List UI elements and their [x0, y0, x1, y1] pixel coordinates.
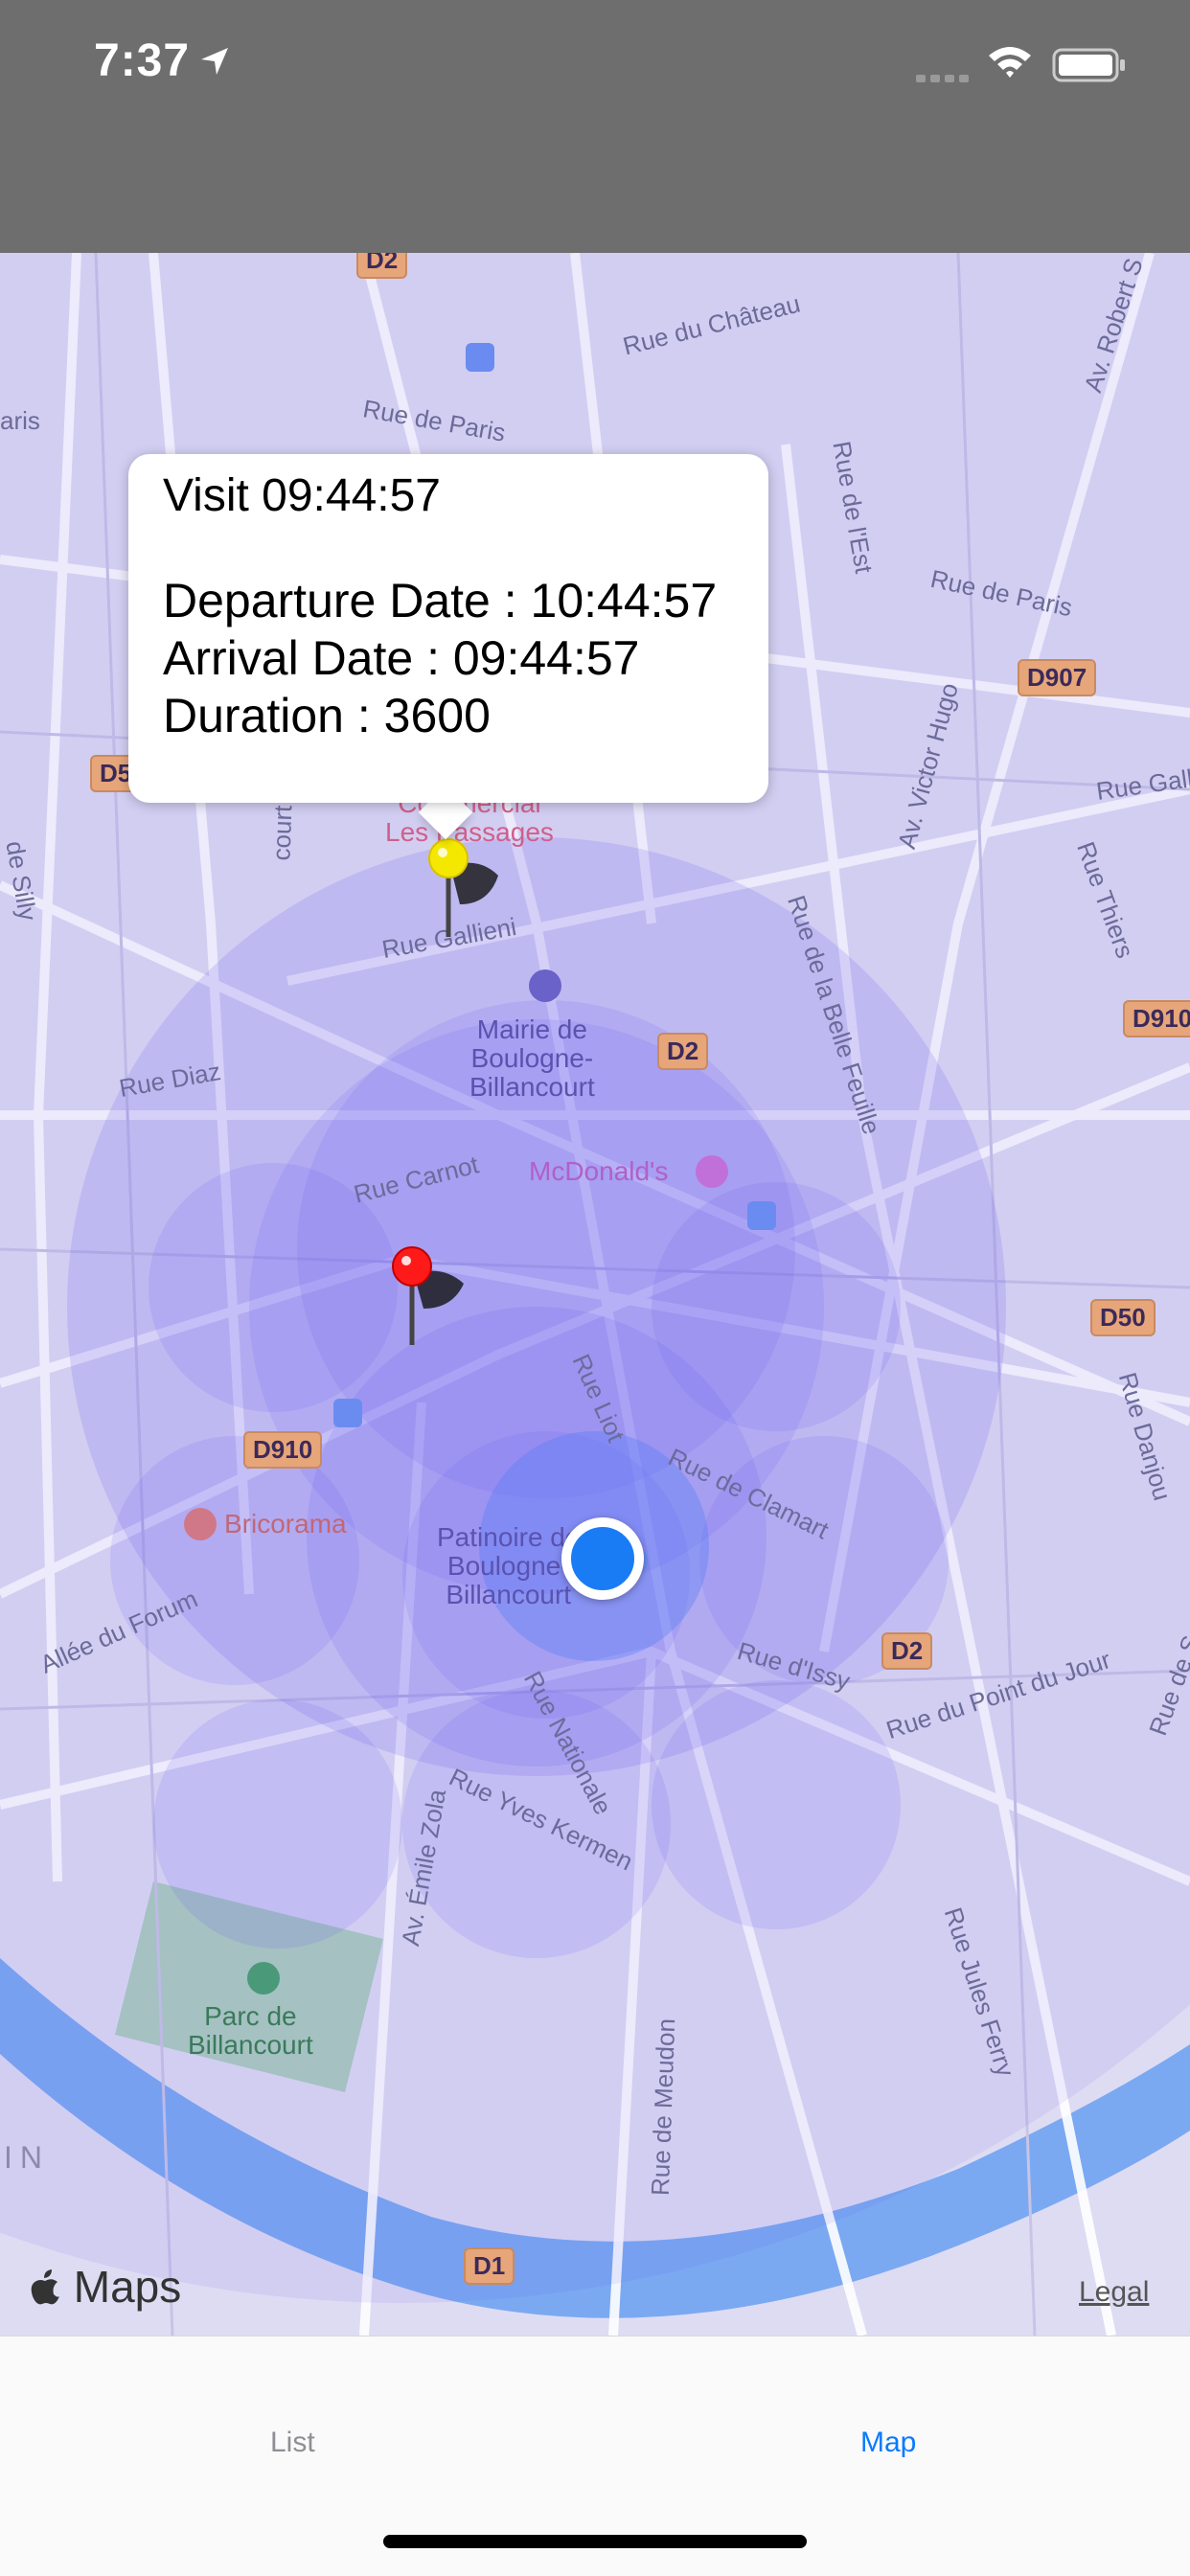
poi-mcdonalds: McDonald's — [529, 1156, 669, 1186]
bus-stop-icon — [747, 1201, 776, 1230]
map-view[interactable]: Rue du Château Av. Robert S Rue de Paris… — [0, 253, 1190, 2336]
home-indicator[interactable] — [383, 2535, 807, 2548]
tab-list[interactable]: List — [270, 2427, 315, 2459]
poi-mairie: Mairie de Boulogne- Billancourt — [469, 1014, 595, 1102]
poi-parc: Parc de Billancourt — [188, 2001, 313, 2060]
tab-map[interactable]: Map — [860, 2427, 916, 2459]
route-shield: D50 — [1090, 1299, 1156, 1336]
yellow-pin-icon[interactable] — [422, 837, 527, 943]
status-bar: 7:37 — [0, 0, 1190, 253]
restaurant-icon — [696, 1155, 728, 1188]
legal-link[interactable]: Legal — [1079, 2276, 1149, 2309]
red-pin-icon[interactable] — [385, 1245, 491, 1351]
park-icon — [247, 1962, 280, 1995]
maps-brand-text: Maps — [73, 2262, 182, 2312]
route-shield: D910 — [1123, 1000, 1190, 1037]
bus-stop-icon — [333, 1399, 362, 1427]
street-label: aris — [0, 406, 40, 435]
bus-stop-icon — [466, 343, 494, 372]
wifi-icon — [989, 47, 1031, 78]
location-arrow-icon — [201, 48, 228, 75]
edge-label: IN — [4, 2140, 50, 2175]
apple-logo-icon — [31, 2269, 59, 2305]
cellular-signal-icon — [916, 75, 969, 82]
shop-icon — [184, 1508, 217, 1540]
callout-duration: Duration : 3600 — [163, 689, 491, 742]
route-shield: D1 — [464, 2247, 515, 2285]
route-shield: D910 — [243, 1431, 323, 1469]
callout-departure: Departure Date : 10:44:57 — [163, 574, 718, 627]
apple-maps-logo: Maps — [29, 2261, 181, 2313]
route-shield: D2 — [356, 253, 408, 279]
callout-title: Visit 09:44:57 — [163, 470, 441, 521]
town-hall-icon — [529, 969, 561, 1002]
route-shield: D2 — [657, 1033, 709, 1070]
street-label: Rue de Meudon — [645, 2017, 681, 2197]
visit-callout[interactable]: Visit 09:44:57 Departure Date : 10:44:57… — [128, 454, 768, 803]
street-label: court — [266, 805, 298, 861]
status-time: 7:37 — [94, 35, 191, 86]
battery-icon — [1052, 48, 1125, 82]
poi-bricorama: Bricorama — [224, 1509, 347, 1539]
callout-arrival: Arrival Date : 09:44:57 — [163, 631, 640, 685]
route-shield: D907 — [1018, 659, 1097, 696]
route-shield: D2 — [881, 1632, 933, 1670]
poi-patinoire: Patinoire de Boulogne- Billancourt — [437, 1522, 581, 1609]
user-location-icon — [561, 1517, 644, 1600]
